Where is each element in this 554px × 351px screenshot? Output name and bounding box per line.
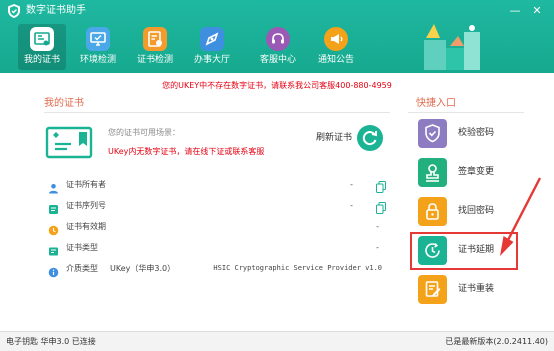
quick-item-cert-renewal[interactable]: 证书延期 [410, 232, 518, 270]
info-row-value: - [375, 243, 380, 252]
close-button[interactable]: ✕ [530, 4, 544, 18]
nav-tab-support[interactable]: 客服中心 [254, 24, 302, 70]
monitor-icon [86, 27, 110, 51]
my-cert-title: 我的证书 [44, 98, 84, 109]
refresh-label: 刷新证书 [316, 133, 353, 143]
quick-item-cert-reinstall[interactable]: 证书重装 [410, 271, 518, 309]
quick-item-label: 找回密码 [458, 206, 495, 216]
quick-item-label: 证书重装 [458, 284, 495, 294]
warning-message: 您的UKEY中不存在数字证书，请联系我公司客服400-880-4959 [162, 81, 392, 90]
nav-tab-notices[interactable]: 通知公告 [312, 24, 360, 70]
info-row-value: - [349, 201, 354, 210]
certificate-card-icon [45, 126, 93, 159]
nav-tab-service-hall[interactable]: 办事大厅 [188, 24, 236, 70]
serial-icon [48, 200, 59, 214]
usage-warning: UKey内无数字证书，请在线下证或联系客服 [108, 147, 265, 156]
quick-item-verify-password[interactable]: 校验密码 [410, 115, 518, 153]
megaphone-icon [324, 27, 348, 51]
decorative-illustration [420, 20, 484, 72]
clock-icon [48, 221, 59, 236]
connection-status: 电子钥匙 华申3.0 已连接 [6, 337, 96, 346]
refresh-icon [362, 131, 377, 146]
header-bar: 数字证书助手 — ✕ 我的证书 环境检测 证书检测 办事大厅 客服中心 通知公告 [0, 0, 554, 73]
nav-label: 通知公告 [317, 55, 354, 65]
app-title: 数字证书助手 [26, 5, 86, 16]
quick-item-label: 签章变更 [458, 167, 495, 177]
person-icon [48, 179, 59, 194]
quick-access-title: 快捷入口 [416, 98, 456, 109]
title-bar: 数字证书助手 — ✕ [0, 0, 554, 22]
info-row-label: 证书所有者 [66, 180, 106, 189]
section-divider [44, 112, 390, 113]
nav-tab-my-cert[interactable]: 我的证书 [18, 24, 66, 70]
info-row-value: - [349, 180, 354, 189]
clock-renew-icon [418, 236, 447, 265]
nav-label: 我的证书 [23, 55, 60, 65]
info-row-serial: 证书序列号 - [48, 199, 388, 214]
info-row-label: 证书类型 [66, 243, 98, 252]
refresh-button[interactable] [357, 125, 383, 151]
medium-type-value: UKey（华申3.0） [110, 264, 176, 273]
nav-label: 环境检测 [79, 55, 116, 65]
info-row-label: 证书序列号 [66, 201, 106, 210]
cert-check-icon [143, 27, 167, 51]
nav-label: 办事大厅 [193, 55, 230, 65]
app-logo-icon [6, 3, 22, 19]
info-row-value: HSIC Cryptographic Service Provider v1.0 [213, 264, 382, 272]
info-row-owner: 证书所有者 - [48, 178, 388, 194]
nav-tab-cert-check[interactable]: 证书检测 [131, 24, 179, 70]
type-icon [48, 242, 59, 256]
nav-label: 证书检测 [136, 55, 173, 65]
info-row-type: 证书类型 - [48, 241, 388, 256]
info-row-value: - [375, 222, 380, 231]
compass-icon [200, 27, 224, 51]
quick-item-label: 校验密码 [458, 128, 495, 138]
info-row-validity: 证书有效期 - [48, 220, 388, 236]
lock-icon [418, 197, 447, 226]
nav-label: 客服中心 [259, 55, 296, 65]
info-row-medium: 介质类型 UKey（华申3.0） HSIC Cryptographic Serv… [48, 262, 388, 278]
info-row-label: 介质类型 [66, 264, 98, 273]
minimize-button[interactable]: — [508, 4, 522, 18]
headset-icon [266, 27, 290, 51]
quick-item-label: 证书延期 [458, 245, 495, 255]
quick-item-signature-change[interactable]: 签章变更 [410, 154, 518, 192]
certificate-icon [30, 27, 54, 51]
info-icon [48, 263, 59, 278]
copy-icon[interactable] [376, 199, 386, 214]
status-bar: 电子钥匙 华申3.0 已连接 已是最新版本(2.0.2411.40) [0, 331, 554, 351]
quick-item-recover-password[interactable]: 找回密码 [410, 193, 518, 231]
copy-icon[interactable] [376, 178, 386, 193]
reinstall-icon [418, 275, 447, 304]
version-status: 已是最新版本(2.0.2411.40) [445, 337, 548, 346]
usage-label: 您的证书可用场景： [108, 128, 180, 137]
section-divider [408, 112, 524, 113]
info-row-label: 证书有效期 [66, 222, 106, 231]
shield-check-icon [418, 119, 447, 148]
stamp-icon [418, 158, 447, 187]
nav-tab-env-check[interactable]: 环境检测 [74, 24, 122, 70]
